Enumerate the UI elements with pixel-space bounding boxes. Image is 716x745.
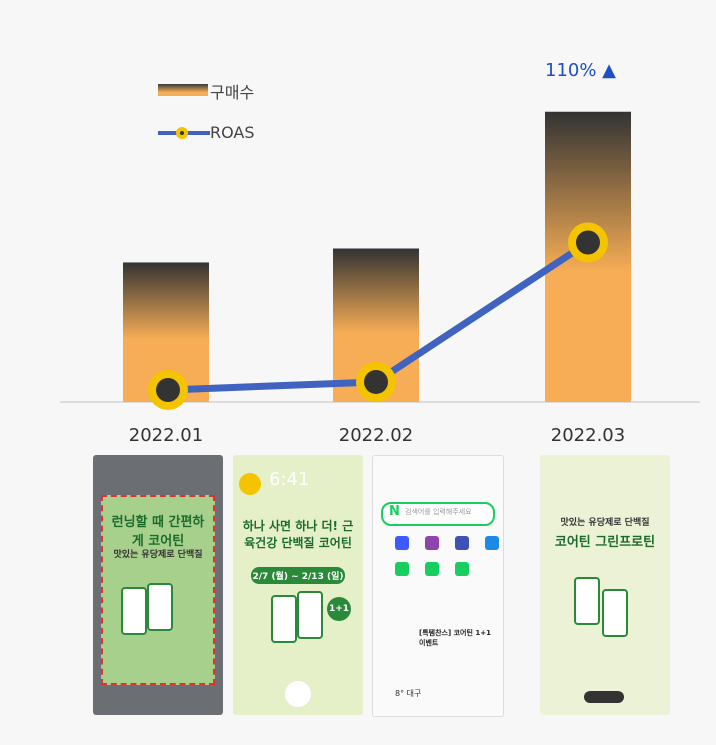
ad-subtitle: 2/7 (월) ~ 2/13 (일) bbox=[251, 567, 345, 584]
app-icon[interactable] bbox=[455, 536, 469, 550]
product-pack bbox=[121, 587, 147, 635]
x-tick-label: 2022.03 bbox=[550, 425, 626, 446]
roas-point-center bbox=[156, 378, 180, 402]
app-icon[interactable] bbox=[455, 562, 469, 576]
roas-point-center bbox=[576, 230, 600, 255]
ad-title: 하나 사면 하나 더! 근육건강 단백질 코어틴 bbox=[242, 519, 354, 550]
legend-bar-swatch bbox=[158, 84, 208, 96]
promo-badge: 1+1 bbox=[327, 597, 351, 621]
x-tick-label: 2022.01 bbox=[128, 425, 204, 446]
more-button[interactable] bbox=[584, 691, 624, 703]
ad-screenshot-2: 6:41 하나 사면 하나 더! 근육건강 단백질 코어틴 2/7 (월) ~ … bbox=[233, 455, 363, 715]
ad-subtitle: 맛있는 유당제로 단백질 bbox=[113, 550, 203, 560]
app-icon[interactable] bbox=[425, 562, 439, 576]
weather-text: 8° 대구 bbox=[395, 689, 422, 698]
ad-title: 런닝할 때 간편하게 코어틴 bbox=[111, 515, 205, 549]
ad-screenshot-1: 런닝할 때 간편하게 코어틴 맛있는 유당제로 단백질 bbox=[93, 455, 223, 715]
app-icon[interactable] bbox=[485, 536, 499, 550]
product-pack bbox=[147, 583, 173, 631]
x-tick-label: 2022.02 bbox=[338, 425, 414, 446]
naver-logo-icon: N bbox=[389, 504, 400, 519]
legend-bar-label: 구매수 bbox=[210, 83, 255, 102]
coin-badge bbox=[239, 473, 261, 495]
search-input[interactable]: N 검색어를 입력해주세요 bbox=[381, 502, 495, 526]
roas-point-center bbox=[364, 369, 388, 394]
lock-time: 6:41 bbox=[269, 469, 310, 490]
unlock-button[interactable] bbox=[285, 681, 311, 707]
ad-subtitle: 맛있는 유당제로 단백질 bbox=[560, 518, 650, 528]
legend-line-swatch bbox=[158, 127, 210, 139]
ad-creative: 런닝할 때 간편하게 코어틴 맛있는 유당제로 단백질 bbox=[101, 495, 215, 685]
app-icon[interactable] bbox=[425, 536, 439, 550]
product-pack bbox=[297, 591, 323, 639]
search-placeholder: 검색어를 입력해주세요 bbox=[405, 508, 472, 516]
growth-callout: 110% ▲ bbox=[545, 60, 617, 81]
ad-screenshot-4: 맛있는 유당제로 단백질 코어틴 그린프로틴 bbox=[540, 455, 670, 715]
product-pack bbox=[271, 595, 297, 643]
app-icon[interactable] bbox=[395, 562, 409, 576]
app-icon[interactable] bbox=[395, 536, 409, 550]
ad-screenshot-3: N 검색어를 입력해주세요 [특템찬스] 코어틴 1+1 이벤트 8° 대구 bbox=[372, 455, 504, 717]
ad-banner-text[interactable]: [특템찬스] 코어틴 1+1 이벤트 bbox=[419, 628, 499, 648]
ad-title: 코어틴 그린프로틴 bbox=[554, 535, 656, 550]
product-pack bbox=[602, 589, 628, 637]
product-pack bbox=[574, 577, 600, 625]
legend-line-label: ROAS bbox=[210, 123, 255, 142]
